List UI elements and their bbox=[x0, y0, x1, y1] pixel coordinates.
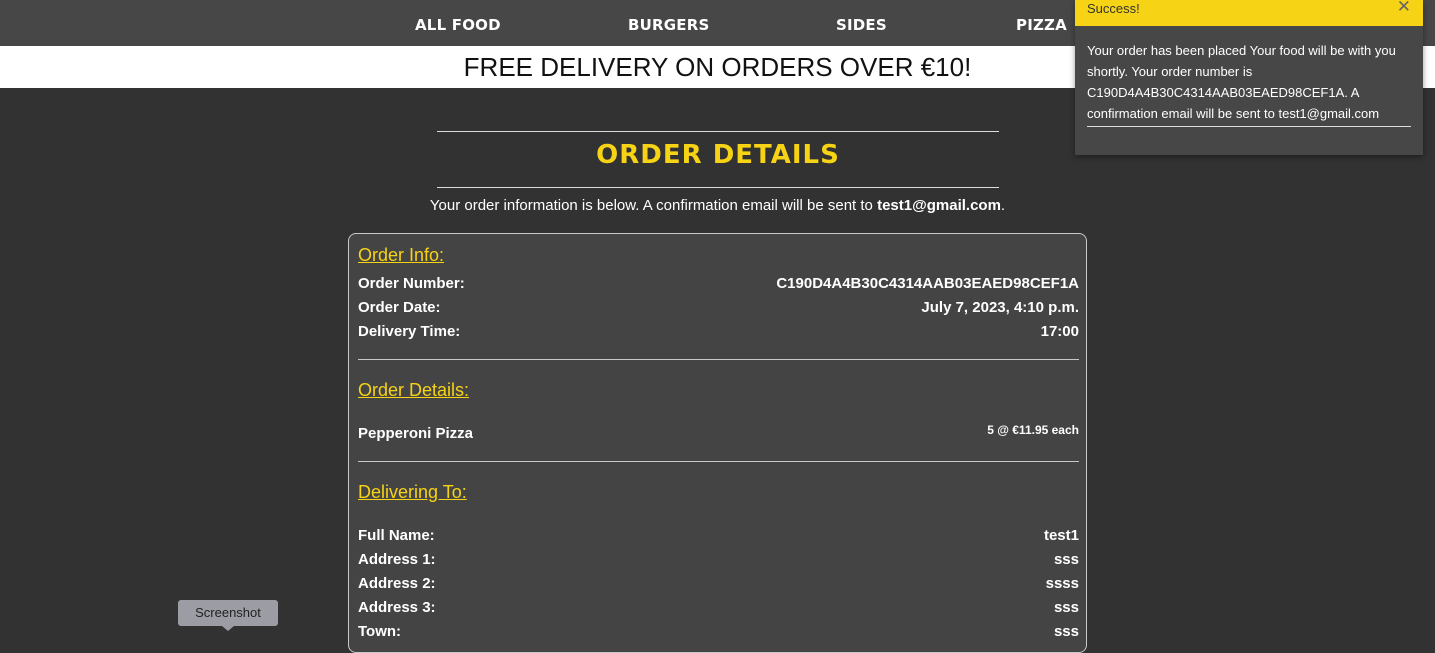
address-1-label: Address 1: bbox=[358, 551, 436, 568]
nav-pizza[interactable]: PIZZA bbox=[1016, 16, 1067, 34]
page-title: ORDER DETAILS bbox=[596, 140, 840, 170]
town-label: Town: bbox=[358, 623, 402, 640]
toast-title: Success! bbox=[1087, 1, 1140, 16]
order-date-row: Order Date: July 7, 2023, 4:10 p.m. bbox=[358, 299, 1079, 321]
card-divider bbox=[358, 461, 1079, 462]
address-2-label: Address 2: bbox=[358, 575, 436, 592]
card-divider bbox=[358, 359, 1079, 360]
order-date-label: Order Date: bbox=[358, 299, 441, 316]
toast-divider bbox=[1087, 126, 1411, 127]
address-1-row: Address 1: sss bbox=[358, 551, 1079, 573]
toast-header: Success! ✕ bbox=[1075, 0, 1423, 26]
order-item-qty-price: 5 @ €11.95 each bbox=[987, 423, 1079, 437]
order-info-heading: Order Info: bbox=[358, 245, 445, 265]
intro-email: test1@gmail.com bbox=[877, 197, 1001, 214]
nav-all-food[interactable]: ALL FOOD bbox=[415, 16, 501, 34]
intro-prefix: Your order information is below. A confi… bbox=[429, 197, 873, 214]
close-icon[interactable]: ✕ bbox=[1397, 0, 1411, 17]
delivery-time-value: 17:00 bbox=[1040, 323, 1079, 340]
nav-sides[interactable]: SIDES bbox=[836, 16, 887, 34]
screenshot-tooltip: Screenshot bbox=[178, 600, 278, 626]
order-item-name: Pepperoni Pizza bbox=[358, 425, 474, 442]
delivering-to-heading: Delivering To: bbox=[358, 482, 467, 502]
full-name-value: test1 bbox=[1043, 527, 1079, 544]
intro-text: Your order information is below. A confi… bbox=[0, 197, 1435, 214]
order-number-value: C190D4A4B30C4314AAB03EAED98CEF1A bbox=[776, 275, 1079, 292]
tooltip-arrow bbox=[222, 626, 234, 631]
title-bottom-divider bbox=[437, 187, 999, 188]
order-item-row: Pepperoni Pizza 5 @ €11.95 each bbox=[358, 423, 1079, 447]
order-card: Order Info: Order Number: C190D4A4B30C43… bbox=[348, 233, 1087, 653]
order-number-label: Order Number: bbox=[358, 275, 465, 292]
town-row: Town: sss bbox=[358, 623, 1079, 645]
address-3-value: sss bbox=[1053, 599, 1079, 616]
delivery-time-row: Delivery Time: 17:00 bbox=[358, 323, 1079, 345]
address-2-value: ssss bbox=[1045, 575, 1079, 592]
success-toast: Success! ✕ Your order has been placed Yo… bbox=[1075, 0, 1423, 155]
order-number-row: Order Number: C190D4A4B30C4314AAB03EAED9… bbox=[358, 275, 1079, 297]
address-3-label: Address 3: bbox=[358, 599, 436, 616]
address-2-row: Address 2: ssss bbox=[358, 575, 1079, 597]
toast-message: Your order has been placed Your food wil… bbox=[1087, 43, 1396, 121]
title-top-divider bbox=[437, 131, 999, 132]
full-name-label: Full Name: bbox=[358, 527, 435, 544]
town-value: sss bbox=[1053, 623, 1079, 640]
full-name-row: Full Name: test1 bbox=[358, 527, 1079, 549]
nav-burgers[interactable]: BURGERS bbox=[628, 16, 709, 34]
order-details-heading: Order Details: bbox=[358, 380, 470, 400]
address-3-row: Address 3: sss bbox=[358, 599, 1079, 621]
intro-suffix: . bbox=[1000, 197, 1006, 214]
delivery-time-label: Delivery Time: bbox=[358, 323, 461, 340]
address-1-value: sss bbox=[1053, 551, 1079, 568]
order-date-value: July 7, 2023, 4:10 p.m. bbox=[921, 299, 1079, 316]
